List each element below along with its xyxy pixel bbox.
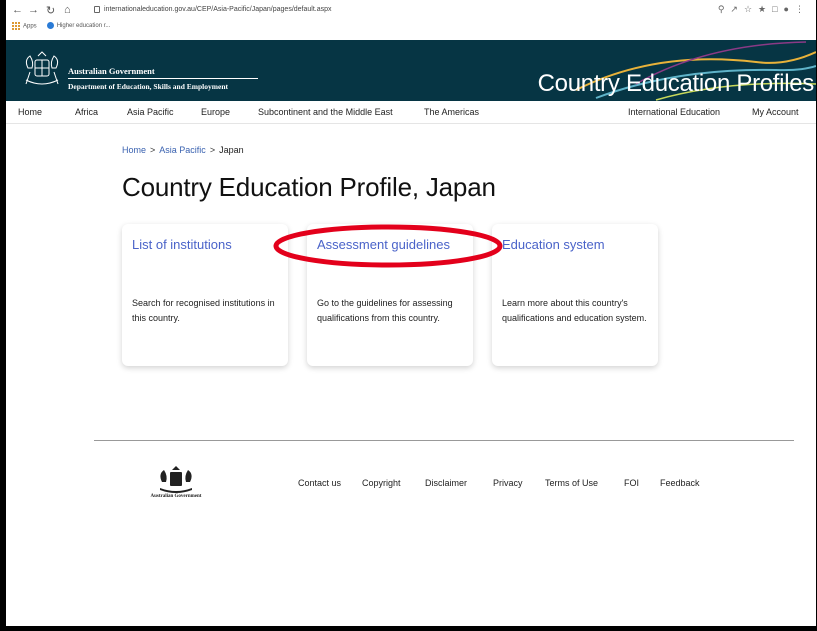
page-title: Country Education Profile, Japan <box>122 172 496 202</box>
reload-icon[interactable]: ↻ <box>46 4 55 17</box>
lock-icon <box>94 5 100 13</box>
bookmarks-bar: Apps Higher education r... <box>12 22 110 30</box>
nav-item-international-education[interactable]: International Education <box>628 107 720 117</box>
globe-icon <box>46 22 54 30</box>
footer-link-contact[interactable]: Contact us <box>298 478 341 488</box>
card-title[interactable]: List of institutions <box>132 237 232 252</box>
breadcrumb-home[interactable]: Home <box>122 145 146 155</box>
breadcrumb-current: Japan <box>219 145 244 155</box>
card-description: Learn more about this country's qualific… <box>502 298 647 323</box>
government-name: Australian Government <box>68 66 155 76</box>
nav-item-asia-pacific[interactable]: Asia Pacific <box>127 107 174 117</box>
footer-divider <box>94 440 794 441</box>
highlight-annotation-ellipse <box>273 224 503 268</box>
breadcrumb-separator: > <box>150 145 156 155</box>
coat-of-arms-icon <box>25 51 59 85</box>
nav-item-my-account[interactable]: My Account <box>752 107 799 117</box>
footer-link-feedback[interactable]: Feedback <box>660 478 700 488</box>
browser-chrome: ← → ↻ ⌂ internationaleducation.gov.au/CE… <box>6 0 816 40</box>
footer-link-foi[interactable]: FOI <box>624 478 639 488</box>
nav-item-europe[interactable]: Europe <box>201 107 230 117</box>
browser-window: ← → ↻ ⌂ internationaleducation.gov.au/CE… <box>6 0 816 631</box>
browser-toolbar-icons[interactable]: ⚲↗☆★□●⋮ <box>718 4 810 15</box>
bookmark-higher-education[interactable]: Higher education r... <box>46 22 110 30</box>
home-icon[interactable]: ⌂ <box>64 4 71 16</box>
footer-link-disclaimer[interactable]: Disclaimer <box>425 478 467 488</box>
url-text: internationaleducation.gov.au/CEP/Asia-P… <box>104 6 332 13</box>
card-description: Search for recognised institutions in th… <box>132 298 275 323</box>
footer-link-copyright[interactable]: Copyright <box>362 478 401 488</box>
main-navigation: Home Africa Asia Pacific Europe Subconti… <box>6 101 816 124</box>
breadcrumb-asia-pacific[interactable]: Asia Pacific <box>159 145 206 155</box>
department-name: Department of Education, Skills and Empl… <box>68 82 229 91</box>
card-title[interactable]: Education system <box>502 237 605 252</box>
card-list-of-institutions[interactable]: List of institutions Search for recognis… <box>122 224 288 366</box>
address-bar[interactable]: internationaleducation.gov.au/CEP/Asia-P… <box>94 2 332 18</box>
footer-link-terms[interactable]: Terms of Use <box>545 478 598 488</box>
card-description: Go to the guidelines for assessing quali… <box>317 298 453 323</box>
nav-item-home[interactable]: Home <box>18 107 42 117</box>
apps-icon <box>12 22 20 30</box>
back-icon[interactable]: ← <box>12 4 23 16</box>
footer-logo-text: Australian Government <box>150 494 202 499</box>
banner-divider <box>68 78 258 79</box>
window-bottom-edge <box>6 626 816 631</box>
breadcrumb: Home > Asia Pacific > Japan <box>122 145 244 155</box>
footer-link-privacy[interactable]: Privacy <box>493 478 523 488</box>
card-education-system[interactable]: Education system Learn more about this c… <box>492 224 658 366</box>
site-title[interactable]: Country Education Profiles <box>538 70 815 98</box>
forward-icon[interactable]: → <box>28 4 39 16</box>
nav-item-subcontinent[interactable]: Subcontinent and the Middle East <box>258 107 393 117</box>
nav-item-americas[interactable]: The Americas <box>424 107 479 117</box>
site-banner: Australian Government Department of Educ… <box>6 40 816 101</box>
bookmark-apps[interactable]: Apps <box>12 22 37 30</box>
breadcrumb-separator: > <box>209 145 216 155</box>
nav-item-africa[interactable]: Africa <box>75 107 98 117</box>
